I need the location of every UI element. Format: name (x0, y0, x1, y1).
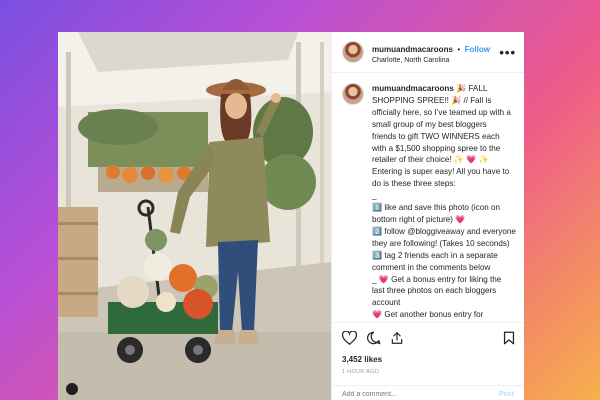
avatar[interactable] (342, 41, 364, 63)
comment-box: Post (332, 385, 524, 400)
caption-line: _ 💗 Get a bonus entry for liking the (372, 274, 502, 284)
caption-line: account (372, 298, 401, 308)
caption-line: with a $1,500 shopping spree to the (372, 143, 501, 153)
caption-username[interactable]: mumuandmacaroons (372, 84, 454, 93)
caption-line: comment in the comments below (372, 262, 491, 272)
caption-line: do is these three steps: (372, 179, 456, 189)
bookmark-icon[interactable] (503, 331, 515, 345)
post-actions: 3,452 likes 1 HOUR AGO Post (332, 322, 524, 400)
post-photo-image (58, 32, 331, 400)
caption-line: officially here, so I’ve teamed up with … (372, 107, 511, 117)
post-side-panel: mumuandmacaroons • Follow Charlotte, Nor… (331, 32, 524, 400)
caption-text: mumuandmacaroons 🎉 FALL SHOPPING SPREE!!… (372, 83, 516, 333)
caption-avatar[interactable] (342, 83, 364, 105)
share-icon[interactable] (390, 331, 404, 345)
username-link[interactable]: mumuandmacaroons (372, 45, 453, 54)
post-comment-button[interactable]: Post (499, 391, 514, 398)
separator: • (457, 44, 461, 54)
likes-count[interactable]: 3,452 likes (342, 355, 514, 364)
caption-line: friends to gift TWO WINNERS each (372, 131, 500, 141)
action-icons (342, 329, 515, 347)
caption-line: 3️⃣ tag 2 friends each in a separate (372, 250, 498, 260)
caption-line: they are following! (Takes 10 seconds) (372, 238, 510, 248)
post-timestamp: 1 HOUR AGO (342, 369, 380, 375)
caption-line: _ (372, 191, 377, 201)
post-header: mumuandmacaroons • Follow Charlotte, Nor… (332, 32, 524, 73)
comment-input[interactable] (342, 390, 499, 398)
comment-icon[interactable] (366, 331, 381, 345)
instagram-post-card: mumuandmacaroons • Follow Charlotte, Nor… (58, 32, 524, 400)
caption-line: SHOPPING SPREE!! 🎉 // Fall is (372, 95, 492, 105)
location-link[interactable]: Charlotte, North Carolina (372, 57, 499, 65)
caption-line: last three photos on each bloggers (372, 286, 497, 296)
caption-line: 1️⃣ like and save this photo (icon on (372, 203, 500, 213)
post-header-text: mumuandmacaroons • Follow Charlotte, Nor… (372, 39, 499, 65)
caption-line: Entering is super easy! All you have to (372, 167, 510, 177)
caption-line: 🎉 FALL (456, 84, 488, 93)
follow-button[interactable]: Follow (465, 45, 490, 54)
caption-line: retailer of their choice! ✨ 💗 ✨ (372, 155, 489, 165)
heart-icon[interactable] (342, 331, 357, 345)
post-photo[interactable] (58, 32, 331, 400)
caption-line: bottom right of picture) 💗 (372, 214, 466, 224)
more-options-icon[interactable]: ••• (499, 45, 516, 60)
caption-line: small group of my best bloggers (372, 119, 487, 129)
caption-area: mumuandmacaroons 🎉 FALL SHOPPING SPREE!!… (332, 73, 524, 333)
caption-line: 2️⃣ follow @bloggiveaway and everyone (372, 226, 516, 236)
caption-line: 💗 Get another bonus entry for (372, 310, 484, 320)
